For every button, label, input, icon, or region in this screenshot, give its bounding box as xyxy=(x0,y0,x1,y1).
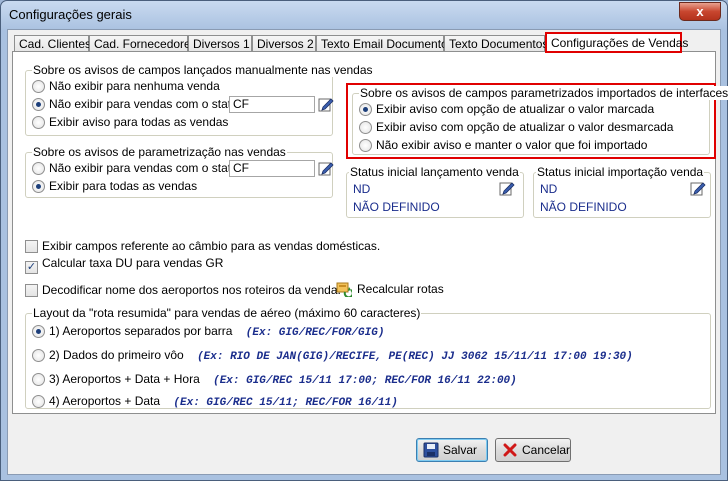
status-launch-label: Status inicial lançamento venda xyxy=(349,165,520,179)
radio-manual-none[interactable] xyxy=(32,80,45,93)
radio-interfaces-marked[interactable] xyxy=(359,103,372,116)
param-status-input[interactable]: CF xyxy=(229,160,315,177)
route-example-2: (Ex: RIO DE JAN(GIG)/RECIFE, PE(REC) JJ … xyxy=(197,351,633,363)
window-title: Configurações gerais xyxy=(9,7,132,22)
checkbox-taxa-du-row[interactable]: ✓ Calcular taxa DU para vendas GR xyxy=(25,256,223,274)
manual-fields-group-label: Sobre os avisos de campos lançados manua… xyxy=(32,63,374,77)
radio-manual-status[interactable] xyxy=(32,98,45,111)
interfaces-group: Sobre os avisos de campos parametrizados… xyxy=(352,86,728,155)
pencil-icon[interactable] xyxy=(318,96,334,112)
radio-manual-all[interactable] xyxy=(32,116,45,129)
status-import-group: Status inicial importação venda ND NÃO D… xyxy=(533,165,711,218)
param-group-label: Sobre os avisos de parametrização nas ve… xyxy=(32,145,287,159)
title-bar[interactable]: Configurações gerais x xyxy=(1,1,727,29)
interfaces-option-marked[interactable]: Exibir aviso com opção de atualizar o va… xyxy=(359,102,654,118)
radio-route-4[interactable] xyxy=(32,395,45,408)
param-group: Sobre os avisos de parametrização nas ve… xyxy=(25,145,334,198)
status-import-desc: NÃO DEFINIDO xyxy=(540,200,627,214)
route-option-2[interactable]: 2) Dados do primeiro vôo (Ex: RIO DE JAN… xyxy=(32,348,633,364)
recalc-icon xyxy=(336,282,354,299)
tab-page-configuracoes-de-vendas: Sobre os avisos de campos lançados manua… xyxy=(12,51,728,414)
checkbox-decodificar-row[interactable]: Decodificar nome dos aeroportos nos rote… xyxy=(25,283,341,297)
dialog-window: Configurações gerais x Cad. Clientes Cad… xyxy=(0,0,728,481)
checkbox-taxa-du[interactable]: ✓ xyxy=(25,261,38,274)
status-import-label: Status inicial importação venda xyxy=(536,165,705,179)
radio-route-2[interactable] xyxy=(32,349,45,362)
radio-interfaces-keep[interactable] xyxy=(359,139,372,152)
interfaces-option-unmarked[interactable]: Exibir aviso com opção de atualizar o va… xyxy=(359,120,673,136)
pencil-icon[interactable] xyxy=(690,180,706,196)
interfaces-highlight-box: Sobre os avisos de campos parametrizados… xyxy=(346,83,728,159)
manual-fields-group: Sobre os avisos de campos lançados manua… xyxy=(25,63,374,136)
recalc-routes-button[interactable]: Recalcular rotas xyxy=(336,280,444,299)
cancel-icon xyxy=(503,443,517,457)
route-layout-group-label: Layout da "rota resumida" para vendas de… xyxy=(32,306,422,320)
cancel-button[interactable]: Cancelar xyxy=(495,438,571,462)
manual-status-input[interactable]: CF xyxy=(229,96,315,113)
radio-param-all[interactable] xyxy=(32,180,45,193)
dialog-client-area: Cad. Clientes Cad. Fornecedores Diversos… xyxy=(7,29,728,475)
interfaces-group-label: Sobre os avisos de campos parametrizados… xyxy=(359,86,728,100)
radio-interfaces-unmarked[interactable] xyxy=(359,121,372,134)
close-button[interactable]: x xyxy=(679,2,721,21)
param-option-all[interactable]: Exibir para todas as vendas xyxy=(32,179,197,195)
route-layout-group: Layout da "rota resumida" para vendas de… xyxy=(25,306,711,410)
tab-configuracoes-de-vendas[interactable]: Configurações de Vendas xyxy=(545,32,688,53)
status-launch-desc: NÃO DEFINIDO xyxy=(353,200,440,214)
checkbox-cambio[interactable] xyxy=(25,240,38,253)
route-example-1: (Ex: GIG/REC/FOR/GIG) xyxy=(245,327,385,339)
interfaces-option-keep[interactable]: Não exibir aviso e manter o valor que fo… xyxy=(359,138,647,154)
manual-option-status[interactable]: Não exibir para vendas com o status xyxy=(32,97,244,113)
radio-route-1[interactable] xyxy=(32,325,45,338)
manual-option-all[interactable]: Exibir aviso para todas as vendas xyxy=(32,115,228,131)
checkbox-cambio-row[interactable]: Exibir campos referente ao câmbio para a… xyxy=(25,239,380,253)
save-icon xyxy=(423,442,439,458)
manual-option-none[interactable]: Não exibir para nenhuma venda xyxy=(32,79,220,95)
radio-route-3[interactable] xyxy=(32,373,45,386)
status-launch-group: Status inicial lançamento venda ND NÃO D… xyxy=(346,165,524,218)
save-button[interactable]: Salvar xyxy=(416,438,488,462)
route-example-3: (Ex: GIG/REC 15/11 17:00; REC/FOR 16/11 … xyxy=(213,375,517,387)
route-option-3[interactable]: 3) Aeroportos + Data + Hora (Ex: GIG/REC… xyxy=(32,372,517,388)
radio-param-status[interactable] xyxy=(32,162,45,175)
param-option-status[interactable]: Não exibir para vendas com o status xyxy=(32,161,244,177)
pencil-icon[interactable] xyxy=(499,180,515,196)
close-icon: x xyxy=(696,4,704,19)
status-import-code: ND xyxy=(540,182,558,196)
route-option-4[interactable]: 4) Aeroportos + Data (Ex: GIG/REC 15/11;… xyxy=(32,394,398,410)
tab-strip: Cad. Clientes Cad. Fornecedores Diversos… xyxy=(12,32,712,53)
pencil-icon[interactable] xyxy=(318,160,334,176)
checkbox-decodificar[interactable] xyxy=(25,284,38,297)
route-option-1[interactable]: 1) Aeroportos separados por barra (Ex: G… xyxy=(32,324,384,340)
status-launch-code: ND xyxy=(353,182,371,196)
route-example-4: (Ex: GIG/REC 15/11; REC/FOR 16/11) xyxy=(173,397,398,409)
